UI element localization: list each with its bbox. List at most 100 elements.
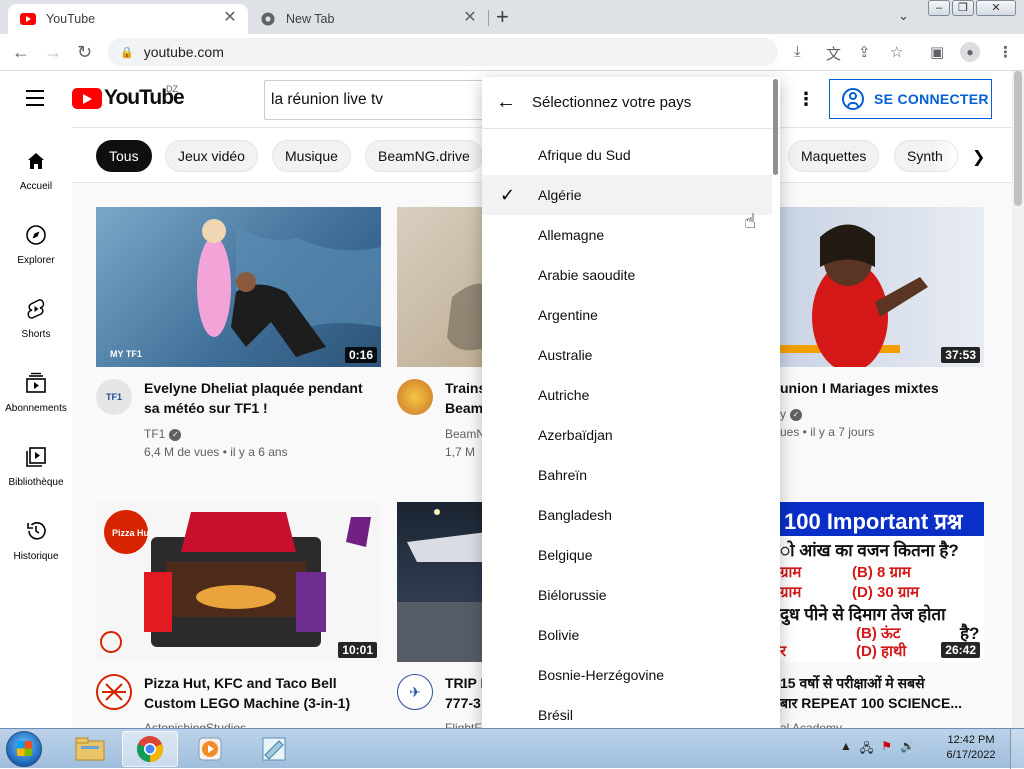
country-option[interactable]: Belgique	[482, 535, 772, 575]
close-tab-icon[interactable]: ✕	[222, 10, 238, 26]
country-option[interactable]: Azerbaïdjan	[482, 415, 772, 455]
thumb-text: (B) 8 ग्राम	[852, 564, 911, 581]
chip-beamng[interactable]: BeamNG.drive	[365, 140, 483, 172]
channel-name[interactable]: y ✓	[780, 405, 802, 423]
country-option[interactable]: Autriche	[482, 375, 772, 415]
search-input[interactable]: la réunion live tv	[264, 80, 504, 120]
action-center-flag-icon[interactable]: ⚑	[881, 739, 892, 760]
share-icon[interactable]: ⇪	[858, 43, 871, 61]
sidebar-item-history[interactable]: Historique	[0, 519, 72, 562]
video-thumbnail[interactable]: Pizza Hut 10:01	[96, 502, 381, 662]
video-title[interactable]: Trains Beam	[445, 378, 485, 418]
translate-icon[interactable]: 文	[826, 43, 841, 64]
forward-arrow-icon[interactable]: →	[44, 42, 62, 62]
country-label: Australie	[538, 347, 593, 363]
chip-video-games[interactable]: Jeux vidéo	[165, 140, 258, 172]
sidebar-item-explore[interactable]: Explorer	[0, 223, 72, 266]
video-title-line: Evelyne Dheliat plaquée pendant	[144, 380, 363, 396]
maximize-button[interactable]: ❐	[952, 0, 974, 16]
tab-new-tab[interactable]: New Tab ✕	[252, 4, 488, 34]
chip-music[interactable]: Musique	[272, 140, 351, 172]
settings-more-icon[interactable]: ⋮	[797, 89, 815, 109]
sidebar-item-library[interactable]: Bibliothèque	[0, 445, 72, 488]
notepad-taskbar-button[interactable]	[246, 731, 302, 767]
back-arrow-icon[interactable]: ←	[496, 91, 520, 114]
side-panel-icon[interactable]: ▣	[930, 43, 944, 61]
chevron-right-icon[interactable]: ❯	[972, 147, 985, 167]
taskbar-clock[interactable]: 12:42 PM 6/17/2022	[938, 733, 1004, 763]
country-option[interactable]: Allemagne	[482, 215, 772, 255]
video-title[interactable]: Evelyne Dheliat plaquée pendant sa météo…	[144, 378, 374, 418]
channel-name[interactable]: AstonishingStudios	[144, 719, 246, 728]
youtube-play-icon	[72, 87, 102, 109]
chrome-taskbar-button[interactable]	[122, 731, 178, 767]
sign-in-label: SE CONNECTER	[874, 91, 989, 107]
chip-synth[interactable]: Synth	[894, 140, 958, 172]
country-option[interactable]: Bangladesh	[482, 495, 772, 535]
thumb-text: (B) ऊंट	[856, 625, 901, 642]
chrome-menu-icon[interactable]: ⋮	[998, 43, 1013, 61]
video-thumbnail[interactable]: MY TF1 0:16	[96, 207, 381, 367]
country-option[interactable]: Afrique du Sud	[482, 135, 772, 175]
show-desktop-button[interactable]	[1010, 729, 1024, 769]
country-option[interactable]: Argentine	[482, 295, 772, 335]
page-scrollbar[interactable]	[1012, 71, 1024, 728]
country-option[interactable]: Bosnie-Herzégovine	[482, 655, 772, 695]
close-window-button[interactable]: ✕	[976, 0, 1016, 16]
video-thumbnail[interactable]	[397, 207, 487, 367]
new-tab-button[interactable]: +	[496, 6, 509, 28]
sidebar-item-home[interactable]: Accueil	[0, 149, 72, 192]
tab-search-chevron-icon[interactable]: ⌄	[898, 8, 909, 24]
profile-avatar-icon[interactable]: ●	[960, 42, 980, 62]
page-scrollbar-thumb[interactable]	[1014, 71, 1022, 206]
install-app-icon[interactable]: ⤓	[794, 43, 801, 60]
back-arrow-icon[interactable]: ←	[12, 42, 30, 62]
chip-models[interactable]: Maquettes	[788, 140, 880, 172]
tab-youtube[interactable]: YouTube ✕	[8, 4, 248, 34]
start-button[interactable]	[6, 731, 42, 767]
video-title[interactable]: 15 वर्षो से परीक्षाओं मे सबसे बार REPEAT…	[780, 673, 984, 713]
channel-avatar[interactable]	[397, 379, 433, 415]
country-option[interactable]: Australie	[482, 335, 772, 375]
country-option[interactable]: Arabie saoudite	[482, 255, 772, 295]
channel-name[interactable]: TF1 ✓	[144, 425, 182, 443]
video-title[interactable]: Pizza Hut, KFC and Taco Bell Custom LEGO…	[144, 673, 374, 713]
country-label: Belgique	[538, 547, 593, 563]
volume-icon[interactable]: 🔊	[900, 739, 915, 760]
channel-avatar[interactable]	[96, 674, 132, 710]
sidebar-item-shorts[interactable]: Shorts	[0, 297, 72, 340]
country-menu-scrollbar[interactable]	[773, 79, 778, 175]
channel-name[interactable]: BeamN	[445, 425, 483, 443]
hamburger-menu-icon[interactable]	[26, 90, 44, 111]
channel-avatar[interactable]: ✈	[397, 674, 433, 710]
url-field[interactable]: 🔒 youtube.com	[108, 38, 778, 66]
channel-name[interactable]: FlightF	[445, 719, 483, 728]
video-thumbnail[interactable]	[397, 502, 487, 662]
video-thumbnail[interactable]: 37:53	[780, 207, 984, 367]
video-title-line: Custom LEGO Machine (3-in-1)	[144, 695, 351, 711]
video-thumbnail[interactable]: 100 Important प्रश्न ो आंख का वजन कितना …	[780, 502, 984, 662]
reload-icon[interactable]: ↻	[77, 42, 92, 62]
country-option[interactable]: Bolivie	[482, 615, 772, 655]
country-option[interactable]: ✓ Algérie	[482, 175, 772, 215]
country-option[interactable]: Bahreïn	[482, 455, 772, 495]
lock-icon[interactable]: 🔒	[120, 46, 134, 59]
youtube-logo[interactable]: YouTube DZ	[72, 84, 185, 110]
sign-in-button[interactable]: SE CONNECTER	[829, 79, 992, 119]
file-explorer-taskbar-button[interactable]	[62, 731, 118, 767]
video-title[interactable]: TRIP I 777-3	[445, 673, 485, 713]
country-option[interactable]: Biélorussie	[482, 575, 772, 615]
show-hidden-icons-icon[interactable]: ▲	[840, 739, 852, 760]
channel-avatar[interactable]: TF1	[96, 379, 132, 415]
video-title[interactable]: union I Mariages mixtes	[780, 378, 984, 398]
bookmark-star-icon[interactable]: ☆	[890, 43, 903, 61]
sidebar-item-label: Abonnements	[5, 403, 67, 414]
channel-name[interactable]: al Academy	[780, 719, 842, 728]
network-icon[interactable]: 🖧	[860, 739, 873, 760]
media-player-taskbar-button[interactable]	[182, 731, 238, 767]
country-label: Afrique du Sud	[538, 147, 631, 163]
close-tab-icon[interactable]: ✕	[462, 10, 478, 26]
chip-all[interactable]: Tous	[96, 140, 152, 172]
sidebar-item-subscriptions[interactable]: Abonnements	[0, 371, 72, 414]
minimize-button[interactable]: –	[928, 0, 950, 16]
